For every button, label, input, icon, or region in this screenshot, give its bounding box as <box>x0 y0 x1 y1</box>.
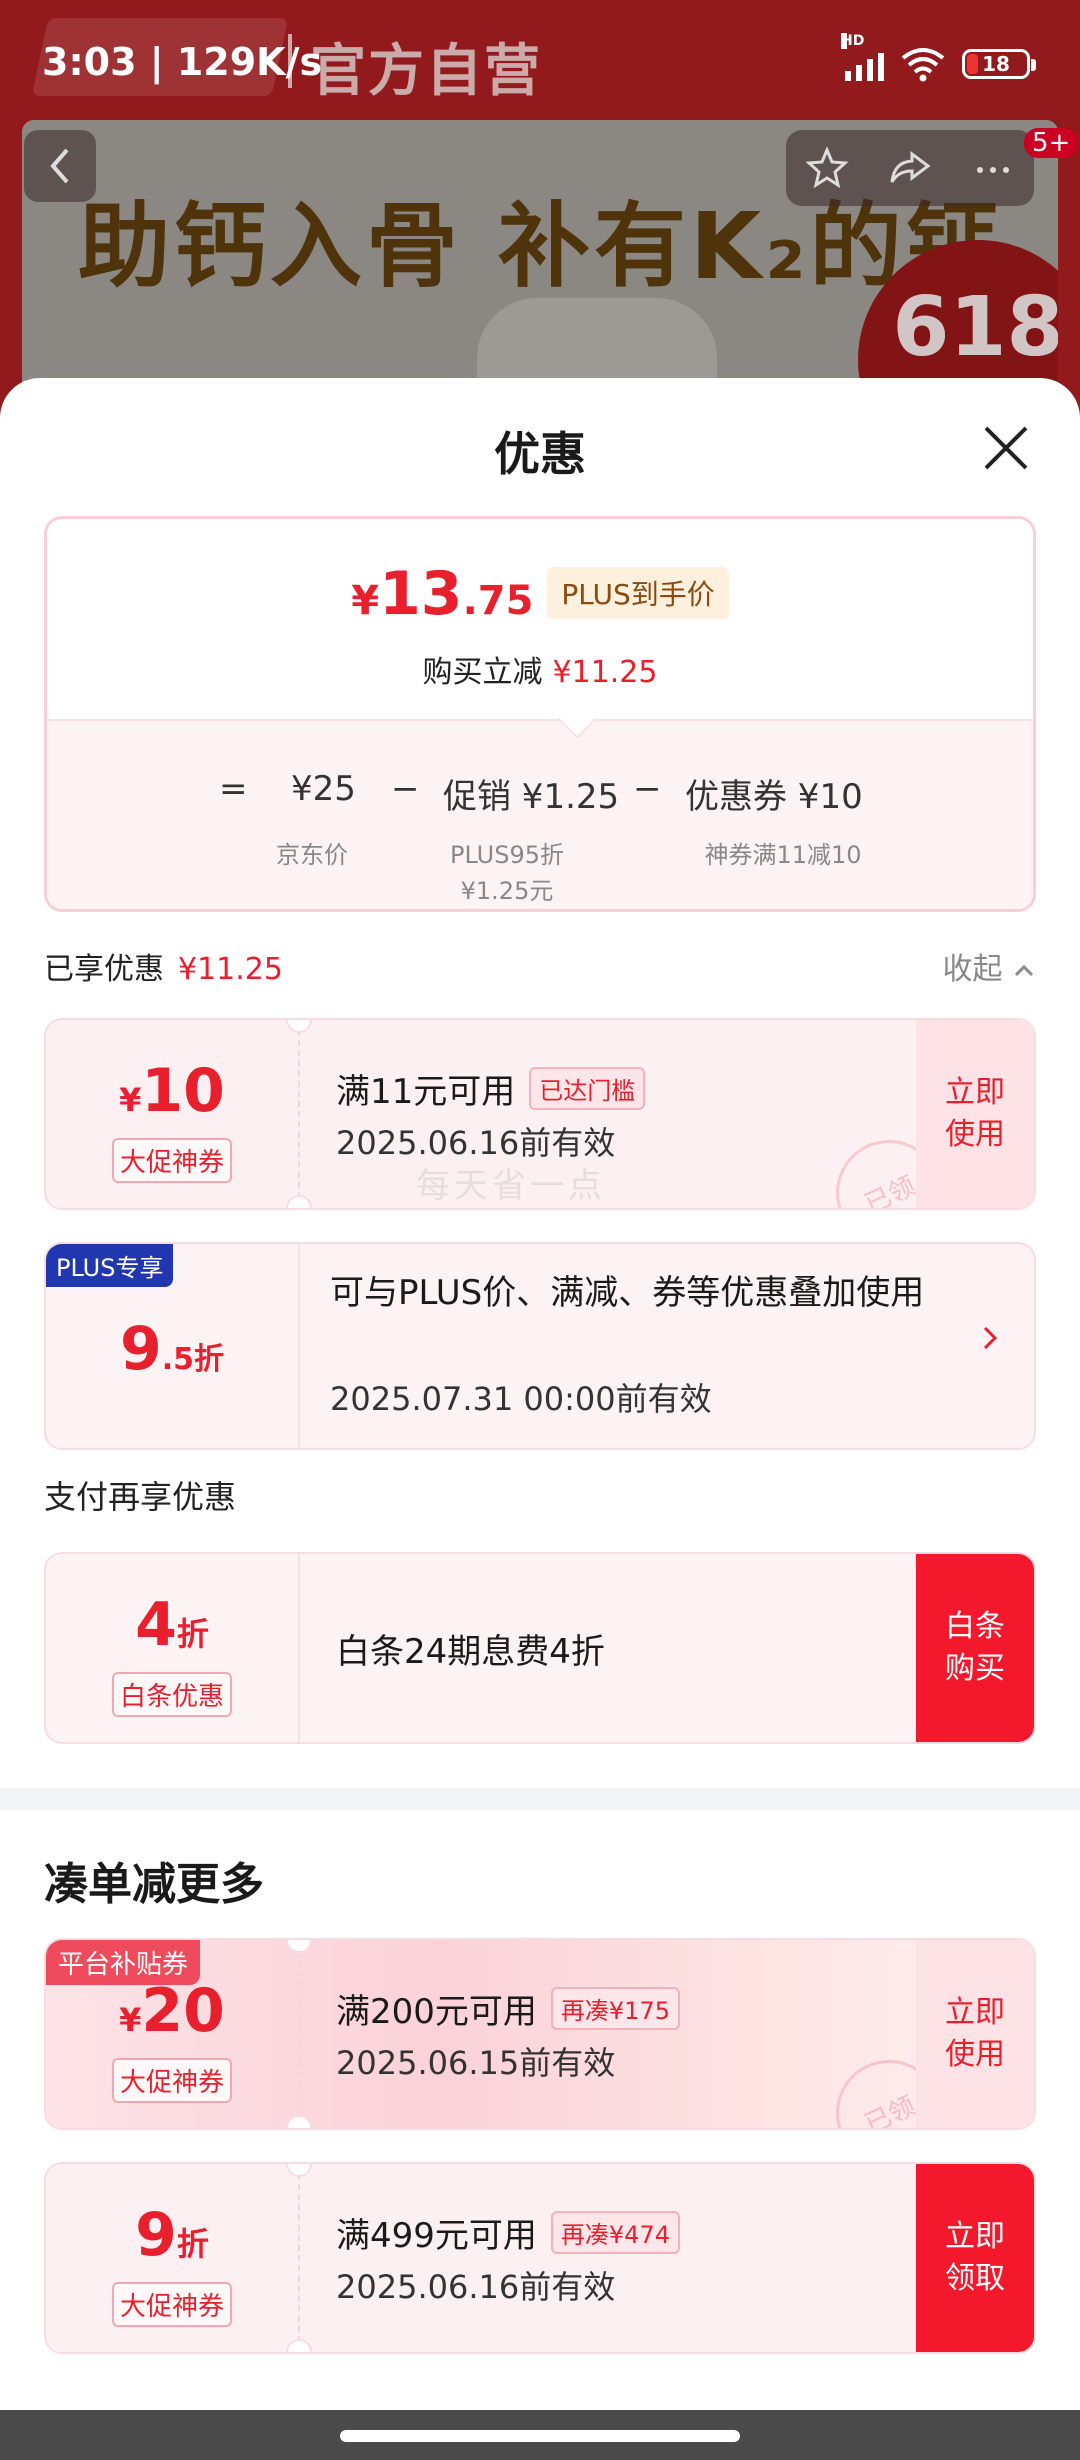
add-more-chip: 再凑¥474 <box>550 2211 680 2254</box>
chevron-right-icon <box>983 1326 998 1350</box>
coupon-kind: 大促神券 <box>111 2058 232 2103</box>
watermark: 每天省一点 <box>416 1166 606 1206</box>
coupon-expiry: 2025.06.16前有效 <box>336 2268 616 2306</box>
coupon-condition: 满11元可用 <box>336 1072 516 1112</box>
coupon-value: ¥10 <box>119 1056 225 1126</box>
coupon-card: 9折 大促神券 满499元可用 再凑¥474 2025.06.16前有效 立即 领取 <box>44 2162 1036 2354</box>
enjoyed-label: 已享优惠 <box>44 952 164 987</box>
wifi-icon <box>901 48 945 82</box>
plus-price-tag: PLUS到手价 <box>547 567 729 619</box>
promo-amount: 促销 ¥1.25 <box>443 777 620 817</box>
use-now-button[interactable]: 立即 使用 <box>916 1020 1034 1208</box>
section-divider <box>0 1788 1080 1810</box>
discount-sheet: 优惠 ¥13.75 PLUS到手价 购买立减 ¥11.25 = ¥25 − 促销 … <box>0 378 1080 2460</box>
more-section-title: 凑单减更多 <box>44 1859 264 1910</box>
payment-section-label: 支付再享优惠 <box>44 1478 237 1516</box>
coupon-card: ¥10 大促神券 满11元可用 已达门槛 2025.06.16前有效 已领 每天省… <box>44 1018 1036 1210</box>
plus-discount-card[interactable]: PLUS专享 9.5折 可与PLUS价、满减、券等优惠叠加使用 2025.07.… <box>44 1242 1036 1450</box>
final-price: ¥13.75 <box>351 559 534 629</box>
sheet-title: 优惠 <box>494 427 586 481</box>
favorite-star-icon[interactable] <box>805 146 849 190</box>
price-summary-card: ¥13.75 PLUS到手价 购买立减 ¥11.25 = ¥25 − 促销 ¥1.… <box>44 516 1036 912</box>
use-now-button[interactable]: 立即 使用 <box>916 1940 1034 2128</box>
baitiao-discount: 4折 <box>135 1590 209 1660</box>
plus-description: 可与PLUS价、满减、券等优惠叠加使用 <box>330 1273 925 1313</box>
promo-detail: PLUS95折 ¥1.25元 <box>450 841 564 905</box>
collapse-button[interactable]: 收起 <box>942 944 1036 988</box>
plus-discount-value: 9.5折 <box>119 1314 225 1384</box>
plus-expiry: 2025.07.31 00:00前有效 <box>330 1380 712 1418</box>
jd-price: ¥25 <box>291 769 356 809</box>
coupon-expiry: 2025.06.15前有效 <box>336 2044 616 2082</box>
jd-price-label: 京东价 <box>276 841 348 869</box>
coupon-kind: 大促神券 <box>111 2282 232 2327</box>
platform-coupon-card: 平台补贴券 ¥20 大促神券 满200元可用 再凑¥175 2025.06.15前… <box>44 1938 1036 2130</box>
status-bar: 3:03 | 129K/s HD 18 <box>0 0 1080 130</box>
baitiao-kind: 白条优惠 <box>111 1672 232 1717</box>
home-indicator[interactable] <box>0 2410 1080 2460</box>
enjoyed-discount-row: 已享优惠 ¥11.25 收起 <box>44 944 1036 994</box>
coupon-amount: 优惠券 ¥10 <box>685 777 863 817</box>
baitiao-card: 4折 白条优惠 白条24期息费4折 白条 购买 <box>44 1552 1036 1744</box>
threshold-chip: 已达门槛 <box>529 1067 646 1110</box>
chevron-up-icon <box>1014 964 1034 977</box>
coupon-kind: 大促神券 <box>111 1138 232 1183</box>
chevron-left-icon <box>50 148 69 184</box>
battery-icon: 18 <box>962 49 1036 79</box>
enjoyed-amount: ¥11.25 <box>178 952 283 987</box>
baitiao-buy-button[interactable]: 白条 购买 <box>916 1554 1034 1742</box>
claim-now-button[interactable]: 立即 领取 <box>916 2164 1034 2352</box>
price-breakdown: = ¥25 − 促销 ¥1.25 − 优惠券 ¥10 <box>219 769 863 817</box>
coupon-detail: 神券满11减10 <box>704 841 862 869</box>
top-actions <box>786 130 1034 206</box>
close-icon[interactable] <box>976 418 1036 478</box>
plus-exclusive-badge: PLUS专享 <box>46 1244 174 1287</box>
coupon-condition: 满499元可用 <box>336 2216 537 2256</box>
back-button[interactable] <box>24 130 96 202</box>
add-more-chip: 再凑¥175 <box>550 1987 680 2030</box>
notification-badge: 5+ <box>1024 128 1079 158</box>
instant-reduction: 购买立减 ¥11.25 <box>422 655 658 690</box>
status-time: 3:03 | 129K/s <box>42 40 323 84</box>
share-icon[interactable] <box>888 146 932 190</box>
cellular-signal-icon: HD <box>841 33 884 81</box>
coupon-value: 9折 <box>135 2200 209 2270</box>
baitiao-title: 白条24期息费4折 <box>336 1632 605 1672</box>
coupon-value: ¥20 <box>119 1976 225 2046</box>
coupon-condition: 满200元可用 <box>336 1992 537 2032</box>
more-icon[interactable] <box>971 146 1015 190</box>
platform-subsidy-tag: 平台补贴券 <box>46 1940 201 1985</box>
